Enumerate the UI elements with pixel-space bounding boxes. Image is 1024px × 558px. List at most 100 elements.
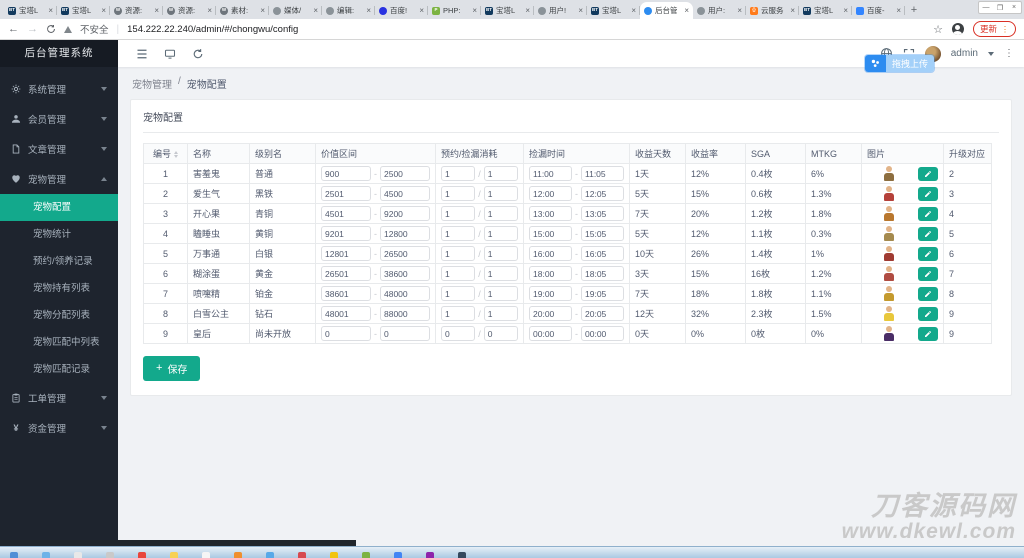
monitor-icon[interactable] [156,48,184,60]
tab-close-icon[interactable]: × [366,6,371,15]
minimize-icon[interactable]: — [979,4,993,11]
reserve-cost-input[interactable] [441,166,475,181]
time-end-input[interactable] [581,226,624,241]
browser-tab[interactable]: 用户!× [534,2,587,19]
pickup-cost-input[interactable] [484,226,518,241]
browser-tab[interactable]: 后台管× [640,2,693,19]
edit-image-button[interactable] [918,167,938,181]
time-start-input[interactable] [529,326,572,341]
sidebar-item-文章管理[interactable]: 文章管理 [0,134,118,164]
edit-image-button[interactable] [918,327,938,341]
reserve-cost-input[interactable] [441,266,475,281]
submenu-item-宠物匹配记录[interactable]: 宠物匹配记录 [0,356,118,383]
reserve-cost-input[interactable] [441,306,475,321]
price-max-input[interactable] [380,326,430,341]
sort-icon[interactable] [174,151,178,158]
time-end-input[interactable] [581,206,624,221]
browser-tab[interactable]: BT宝塔L× [4,2,57,19]
edit-image-button[interactable] [918,187,938,201]
submenu-item-宠物匹配中列表[interactable]: 宠物匹配中列表 [0,329,118,356]
taskbar-app-icon[interactable] [10,552,18,558]
edit-image-button[interactable] [918,307,938,321]
submenu-item-宠物统计[interactable]: 宠物统计 [0,221,118,248]
tab-close-icon[interactable]: × [260,6,265,15]
new-tab-button[interactable]: + [905,2,923,18]
browser-tab[interactable]: 百度-× [852,2,905,19]
edit-image-button[interactable] [918,227,938,241]
pickup-cost-input[interactable] [484,286,518,301]
time-end-input[interactable] [581,286,624,301]
price-max-input[interactable] [380,206,430,221]
price-max-input[interactable] [380,226,430,241]
collapse-sidebar-icon[interactable] [128,48,156,60]
sidebar-item-系统管理[interactable]: 系统管理 [0,74,118,104]
edit-image-button[interactable] [918,267,938,281]
price-min-input[interactable] [321,266,371,281]
time-end-input[interactable] [581,266,624,281]
refresh-icon[interactable] [184,48,212,60]
browser-tab[interactable]: 编辑:× [322,2,375,19]
taskbar-app-icon[interactable] [170,552,178,558]
price-min-input[interactable] [321,326,371,341]
tab-close-icon[interactable]: × [578,6,583,15]
submenu-item-宠物配置[interactable]: 宠物配置 [0,194,118,221]
time-start-input[interactable] [529,206,572,221]
drag-upload-badge[interactable]: 拖拽上传 [865,55,934,72]
taskbar-app-icon[interactable] [42,552,50,558]
browser-tab[interactable]: W资源:× [110,2,163,19]
time-start-input[interactable] [529,306,572,321]
pickup-cost-input[interactable] [484,326,518,341]
pickup-cost-input[interactable] [484,206,518,221]
time-end-input[interactable] [581,326,624,341]
user-menu-caret-icon[interactable] [988,52,994,56]
reserve-cost-input[interactable] [441,246,475,261]
time-start-input[interactable] [529,266,572,281]
tab-close-icon[interactable]: × [843,6,848,15]
sidebar-item-工单管理[interactable]: 工单管理 [0,383,118,413]
tab-close-icon[interactable]: × [737,6,742,15]
pickup-cost-input[interactable] [484,246,518,261]
taskbar-app-icon[interactable] [202,552,210,558]
taskbar-app-icon[interactable] [138,552,146,558]
price-min-input[interactable] [321,226,371,241]
reserve-cost-input[interactable] [441,326,475,341]
reserve-cost-input[interactable] [441,226,475,241]
tab-close-icon[interactable]: × [525,6,530,15]
sidebar-item-宠物管理[interactable]: 宠物管理 [0,164,118,194]
time-end-input[interactable] [581,186,624,201]
bookmark-star-icon[interactable]: ☆ [933,23,943,36]
reload-icon[interactable] [46,24,56,34]
tab-close-icon[interactable]: × [101,6,106,15]
taskbar-app-icon[interactable] [234,552,242,558]
price-min-input[interactable] [321,186,371,201]
price-min-input[interactable] [321,306,371,321]
browser-tab[interactable]: 用户:× [693,2,746,19]
submenu-item-预约/领养记录[interactable]: 预约/领养记录 [0,248,118,275]
taskbar-app-icon[interactable] [298,552,306,558]
tab-close-icon[interactable]: × [207,6,212,15]
price-min-input[interactable] [321,246,371,261]
breadcrumb-section[interactable]: 宠物管理 [132,76,172,91]
reserve-cost-input[interactable] [441,206,475,221]
restore-icon[interactable]: ❐ [993,4,1007,12]
tab-close-icon[interactable]: × [790,6,795,15]
reserve-cost-input[interactable] [441,286,475,301]
save-button[interactable]: + 保存 [143,356,200,381]
taskbar-app-icon[interactable] [330,552,338,558]
tab-close-icon[interactable]: × [472,6,477,15]
time-end-input[interactable] [581,306,624,321]
time-start-input[interactable] [529,166,572,181]
tab-close-icon[interactable]: × [896,6,901,15]
browser-tab[interactable]: BT宝塔L× [799,2,852,19]
taskbar-app-icon[interactable] [362,552,370,558]
not-secure-icon[interactable] [64,26,72,33]
back-icon[interactable]: ← [8,23,19,35]
pickup-cost-input[interactable] [484,166,518,181]
price-min-input[interactable] [321,206,371,221]
tab-close-icon[interactable]: × [313,6,318,15]
time-start-input[interactable] [529,186,572,201]
sidebar-item-资金管理[interactable]: ¥资金管理 [0,413,118,443]
browser-profile-icon[interactable] [952,23,964,35]
forward-icon[interactable]: → [27,23,38,35]
pickup-cost-input[interactable] [484,266,518,281]
